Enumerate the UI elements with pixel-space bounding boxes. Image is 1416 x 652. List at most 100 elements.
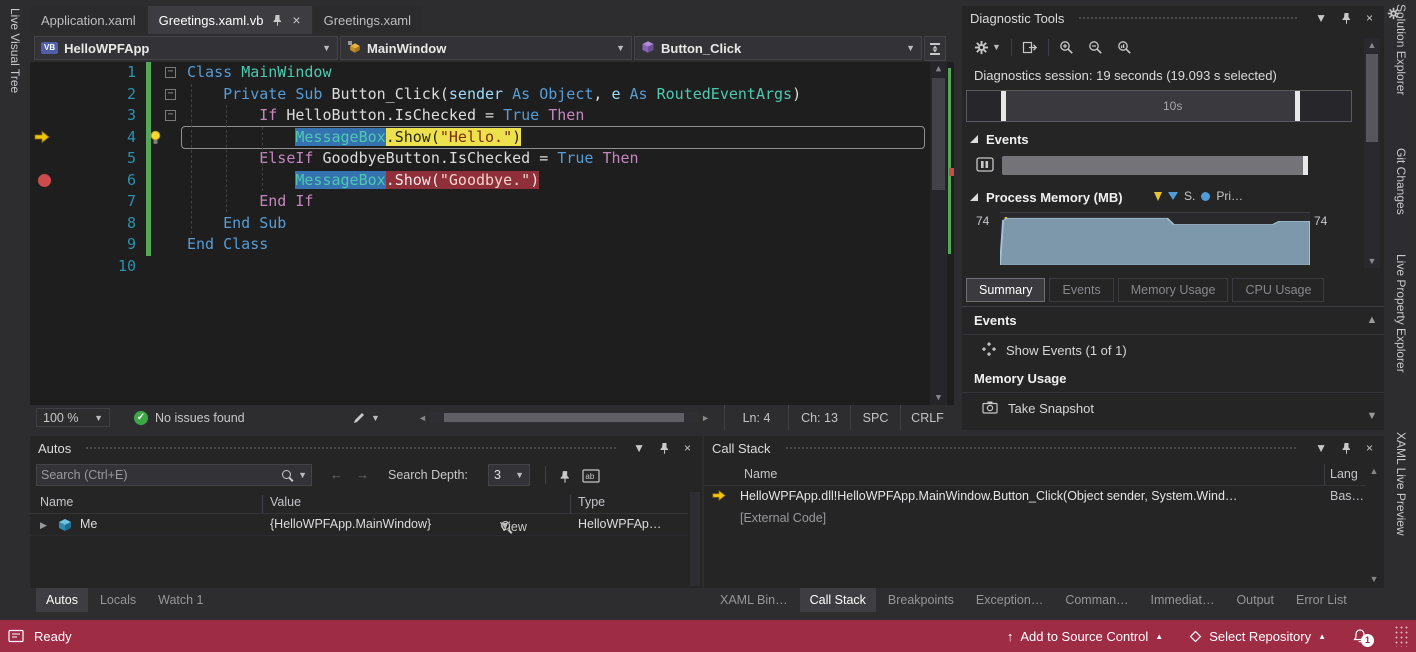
document-tab[interactable]: Application.xaml [30,6,147,34]
memory-section-header[interactable]: Process Memory (MB) S. Pri… [962,186,1384,208]
pin-icon[interactable] [656,442,673,454]
column-name[interactable]: Name [744,467,777,481]
tab-autos[interactable]: Autos [36,588,88,612]
grid-header[interactable]: Name Lang [704,464,1366,486]
tab-xaml-bin-[interactable]: XAML Bin… [710,588,798,612]
issues-indicator[interactable]: ✓ No issues found [134,408,245,427]
execution-pointer-icon[interactable] [34,129,58,147]
search-icon[interactable] [281,469,294,482]
breakpoint-gutter[interactable] [34,150,58,168]
events-section-header[interactable]: Events [962,128,1384,150]
zoom-dropdown[interactable]: 100 % ▼ [36,408,110,427]
breakpoint-gutter[interactable] [34,107,58,125]
breakpoint-gutter[interactable] [34,172,58,190]
events-bar[interactable] [1002,156,1308,175]
timeline-selection[interactable] [1003,91,1297,121]
search-next-icon[interactable]: → [356,467,369,482]
panel-drag-grip[interactable] [1078,16,1298,21]
split-editor-button[interactable] [924,36,946,61]
show-events-link[interactable]: Show Events (1 of 1) [962,335,1384,365]
grid-header[interactable]: Name Value Type [30,492,688,514]
scroll-down-icon[interactable]: ▼ [930,393,947,403]
code-line[interactable]: 1−Class MainWindow [30,62,954,84]
tab-error-list[interactable]: Error List [1286,588,1357,612]
breakpoint-gutter[interactable] [34,258,58,276]
expand-icon[interactable]: ▶ [40,520,47,531]
selection-handle-left[interactable] [1001,91,1006,121]
summary-scrollbar[interactable]: ▲ ▼ [1364,314,1380,422]
search-prev-icon[interactable]: ← [330,467,343,482]
scrollbar-thumb[interactable] [444,413,684,422]
notifications-bell[interactable]: 1 [1352,628,1368,644]
column-type[interactable]: Type [578,495,605,509]
tab-summary[interactable]: Summary [966,278,1045,302]
variable-row[interactable]: ▶ Me {HelloWPFApp.MainWindow} View ▼ Hel… [30,514,688,536]
breakpoint-gutter[interactable] [34,236,58,254]
scroll-up-icon[interactable]: ▲ [930,64,947,74]
panel-title-bar[interactable]: Call Stack ▼ × [704,436,1384,460]
tab-live-visual-tree[interactable]: Live Visual Tree [8,8,22,93]
spaces-indicator[interactable]: SPC [850,405,900,430]
outline-collapse-icon[interactable]: − [165,67,176,78]
pin-icon[interactable] [1338,12,1355,24]
close-icon[interactable]: × [681,441,694,455]
settings-gear-icon[interactable]: ▼ [970,38,1005,57]
tab-locals[interactable]: Locals [90,588,146,612]
outline-collapse-icon[interactable]: − [165,89,176,100]
pin-values-icon[interactable] [554,466,576,486]
panel-drag-grip[interactable] [785,446,1299,451]
code-line[interactable]: 2− Private Sub Button_Click(sender As Ob… [30,84,954,106]
column-lang[interactable]: Lang [1330,467,1358,481]
column-name[interactable]: Name [40,495,73,509]
tab-call-stack[interactable]: Call Stack [800,588,876,612]
feedback-icon[interactable] [8,629,24,643]
scroll-down-icon[interactable]: ▼ [1364,256,1380,266]
search-input[interactable] [41,468,277,482]
take-snapshot-button[interactable]: Take Snapshot [962,393,1384,423]
export-icon[interactable] [1018,38,1042,57]
chevron-down-icon[interactable]: ▼ [298,470,307,480]
code-line[interactable]: 10 [30,256,954,278]
document-options-gear-icon[interactable] [1387,7,1400,23]
code-cleanup-button[interactable]: ▼ [352,408,380,427]
code-line[interactable]: 9End Class [30,234,954,256]
project-dropdown[interactable]: VB HelloWPFApp ▼ [34,36,338,60]
close-icon[interactable]: × [1363,441,1376,455]
tab-output[interactable]: Output [1226,588,1284,612]
zoom-in-icon[interactable] [1055,38,1078,57]
breakpoint-gutter[interactable] [34,86,58,104]
process-memory-chart[interactable]: 74 74 [962,212,1384,266]
tab-events[interactable]: Events [1049,278,1113,302]
add-to-source-control-button[interactable]: ↑ Add to Source Control ▲ [1007,629,1163,644]
code-editor[interactable]: 1−Class MainWindow2− Private Sub Button_… [30,62,954,405]
scrollbar-thumb[interactable] [932,78,945,190]
code-line[interactable]: 5 ElseIf GoodbyeButton.IsChecked = True … [30,148,954,170]
column-value[interactable]: Value [270,495,301,509]
tab-xaml-live-preview[interactable]: XAML Live Preview [1394,432,1408,536]
breakpoint-icon[interactable] [38,174,51,187]
resize-grip[interactable] [1394,625,1408,647]
scroll-up-icon[interactable]: ▲ [1364,314,1380,326]
callstack-frame[interactable]: HelloWPFApp.dll!HelloWPFApp.MainWindow.B… [704,486,1366,508]
vertical-scrollbar[interactable]: ▲ ▼ [1367,464,1381,586]
callstack-frame[interactable]: [External Code] [704,508,1366,530]
vertical-scrollbar[interactable]: ▲ ▼ [1364,38,1380,268]
scroll-up-icon[interactable]: ▲ [1367,466,1381,476]
scroll-down-icon[interactable]: ▼ [1367,574,1381,584]
pin-icon[interactable] [272,14,283,26]
tab-live-property-explorer[interactable]: Live Property Explorer [1394,254,1408,373]
reset-zoom-icon[interactable] [1113,38,1136,57]
document-tab[interactable]: Greetings.xaml.vb× [148,6,312,34]
breakpoint-gutter[interactable] [34,64,58,82]
line-ending-indicator[interactable]: CRLF [900,405,954,430]
collapse-icon[interactable] [970,193,978,201]
breakpoint-gutter[interactable] [34,193,58,211]
close-icon[interactable]: × [1363,11,1376,25]
window-position-icon[interactable]: ▼ [630,441,648,455]
tab-git-changes[interactable]: Git Changes [1394,148,1408,215]
collapse-icon[interactable] [970,135,978,143]
selection-handle-right[interactable] [1295,91,1300,121]
tab-memory-usage[interactable]: Memory Usage [1118,278,1229,302]
code-line[interactable]: 6 MessageBox.Show("Goodbye.") [30,170,954,192]
pin-icon[interactable] [1338,442,1355,454]
